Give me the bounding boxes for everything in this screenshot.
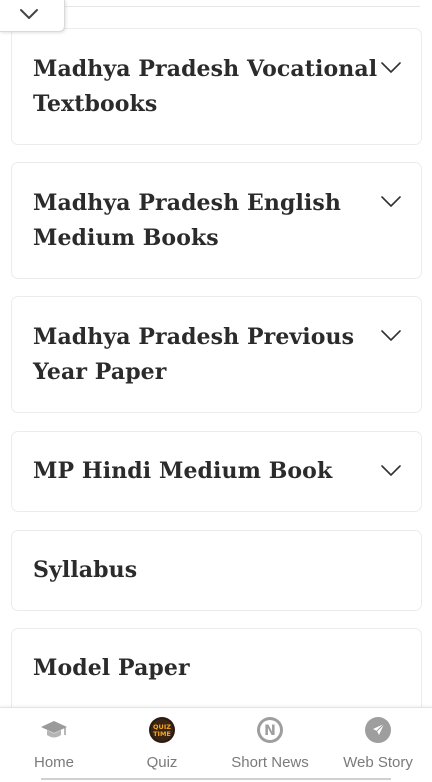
card-title: Madhya Pradesh Vocational Textbooks <box>33 56 378 117</box>
graduation-cap-icon <box>41 721 67 738</box>
nav-label: Quiz <box>146 754 178 771</box>
accordion-card-previous-year[interactable]: Madhya Pradesh Previous Year Paper <box>11 296 422 413</box>
chevron-down-icon[interactable] <box>381 196 401 208</box>
chevron-down-icon <box>20 8 38 19</box>
card-title: Madhya Pradesh English Medium Books <box>33 190 341 251</box>
nav-label: Home <box>33 754 74 771</box>
card-syllabus[interactable]: Syllabus <box>11 530 422 611</box>
page: Madhya Pradesh Vocational Textbooks Madh… <box>0 0 432 782</box>
card-model-paper[interactable]: Model Paper <box>11 628 422 718</box>
accordion-card-vocational[interactable]: Madhya Pradesh Vocational Textbooks <box>11 28 422 145</box>
nav-label: Web Story <box>343 754 413 771</box>
svg-text:TIME: TIME <box>153 730 171 738</box>
card-title: Model Paper <box>33 655 190 681</box>
quiz-time-icon: QUIZ TIME <box>149 717 175 743</box>
nav-label: Short News <box>231 754 309 771</box>
nav-item-home[interactable]: Home <box>0 708 108 782</box>
accordion-card-english-medium[interactable]: Madhya Pradesh English Medium Books <box>11 162 422 279</box>
nav-item-web-story[interactable]: Web Story <box>324 708 432 782</box>
bottom-navigation: Home QUIZ TIME Quiz N Short News Web Sto… <box>0 707 432 782</box>
chevron-down-icon[interactable] <box>381 62 401 74</box>
nav-item-short-news[interactable]: N Short News <box>216 708 324 782</box>
nav-item-quiz[interactable]: QUIZ TIME Quiz <box>108 708 216 782</box>
collapse-toggle[interactable] <box>0 0 65 32</box>
chevron-down-icon[interactable] <box>381 465 401 477</box>
chevron-down-icon[interactable] <box>381 330 401 342</box>
svg-text:N: N <box>264 723 276 739</box>
news-n-icon: N <box>257 717 283 743</box>
divider <box>64 6 420 7</box>
send-arrow-icon <box>365 717 391 743</box>
card-title: Syllabus <box>33 557 138 583</box>
home-indicator <box>41 778 391 780</box>
card-title: MP Hindi Medium Book <box>33 458 333 484</box>
card-title: Madhya Pradesh Previous Year Paper <box>33 324 355 385</box>
accordion-card-hindi-medium[interactable]: MP Hindi Medium Book <box>11 431 422 512</box>
